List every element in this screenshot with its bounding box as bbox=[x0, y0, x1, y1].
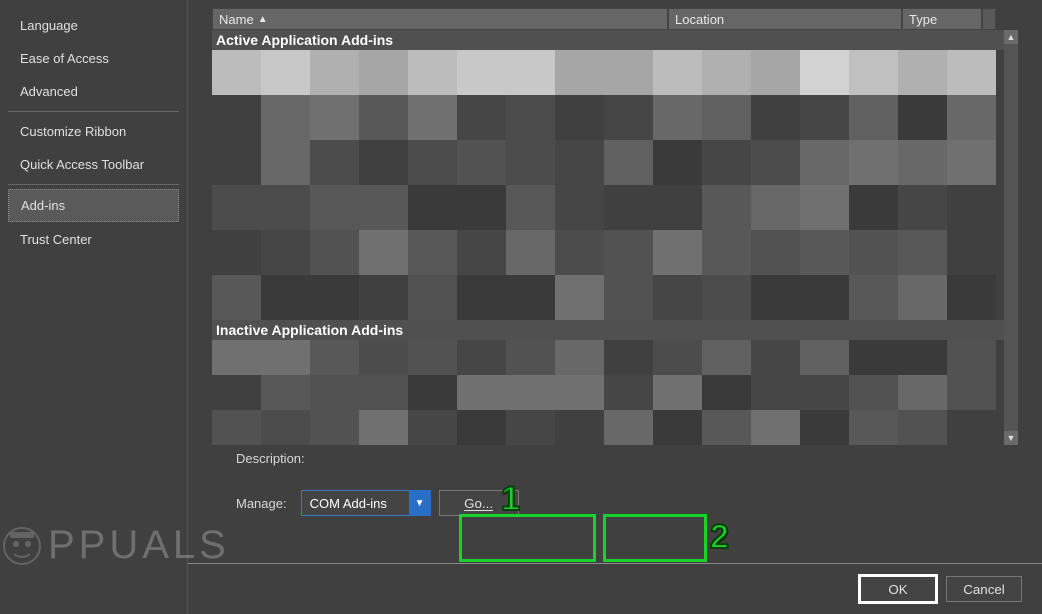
manage-label: Manage: bbox=[236, 496, 287, 511]
description-label: Description: bbox=[236, 451, 305, 466]
section-inactive-addins: Inactive Application Add-ins bbox=[212, 320, 1018, 340]
chevron-down-icon: ▼ bbox=[409, 490, 431, 516]
sidebar-label: Ease of Access bbox=[20, 51, 109, 66]
addins-column-headers: Name ▲ Location Type bbox=[212, 8, 1018, 30]
scroll-down-icon[interactable]: ▼ bbox=[1004, 431, 1018, 445]
description-row: Description: bbox=[212, 451, 1018, 466]
watermark-text: PPUALS bbox=[48, 523, 230, 568]
sidebar-item-advanced[interactable]: Advanced bbox=[8, 76, 179, 107]
column-label: Location bbox=[675, 12, 724, 27]
sidebar-label: Trust Center bbox=[20, 232, 92, 247]
column-label: Type bbox=[909, 12, 937, 27]
go-button-label: Go... bbox=[464, 496, 493, 511]
scroll-header-spacer bbox=[982, 8, 996, 30]
annotation-number-2: 2 bbox=[710, 518, 729, 557]
sidebar-item-customize-ribbon[interactable]: Customize Ribbon bbox=[8, 116, 179, 147]
sidebar-separator bbox=[8, 111, 179, 112]
sidebar-label: Advanced bbox=[20, 84, 78, 99]
sidebar-label: Language bbox=[20, 18, 78, 33]
cancel-button[interactable]: Cancel bbox=[946, 576, 1022, 602]
sidebar-label: Add-ins bbox=[21, 198, 65, 213]
options-sidebar: Language Ease of Access Advanced Customi… bbox=[0, 0, 188, 614]
mascot-icon bbox=[0, 524, 44, 568]
addins-scrollbar[interactable]: ▲ ▼ bbox=[1004, 30, 1018, 445]
annotation-number-1: 1 bbox=[501, 480, 520, 519]
manage-dropdown-value: COM Add-ins bbox=[310, 496, 387, 511]
scroll-up-icon[interactable]: ▲ bbox=[1004, 30, 1018, 44]
sidebar-item-language[interactable]: Language bbox=[8, 10, 179, 41]
sidebar-item-quick-access-toolbar[interactable]: Quick Access Toolbar bbox=[8, 149, 179, 180]
watermark-logo: PPUALS bbox=[0, 523, 230, 568]
inactive-addins-content bbox=[212, 340, 996, 445]
cancel-label: Cancel bbox=[963, 582, 1005, 597]
column-header-name[interactable]: Name ▲ bbox=[212, 8, 668, 30]
manage-dropdown[interactable]: COM Add-ins ▼ bbox=[301, 490, 431, 516]
column-header-location[interactable]: Location bbox=[668, 8, 902, 30]
dialog-button-bar: OK Cancel bbox=[188, 564, 1042, 614]
addins-list[interactable]: Active Application Add-ins Inactive Appl… bbox=[212, 30, 1018, 445]
active-addins-content bbox=[212, 50, 996, 320]
column-label: Name bbox=[219, 12, 254, 27]
sidebar-item-ease-of-access[interactable]: Ease of Access bbox=[8, 43, 179, 74]
sidebar-item-add-ins[interactable]: Add-ins bbox=[8, 189, 179, 222]
ok-button[interactable]: OK bbox=[860, 576, 936, 602]
column-header-type[interactable]: Type bbox=[902, 8, 982, 30]
sidebar-separator bbox=[8, 184, 179, 185]
manage-row: Manage: COM Add-ins ▼ Go... bbox=[212, 474, 1018, 530]
sort-ascending-icon: ▲ bbox=[258, 14, 268, 25]
sidebar-label: Quick Access Toolbar bbox=[20, 157, 144, 172]
main-panel: Name ▲ Location Type Active Application … bbox=[188, 0, 1042, 614]
section-active-addins: Active Application Add-ins bbox=[212, 30, 1018, 50]
sidebar-item-trust-center[interactable]: Trust Center bbox=[8, 224, 179, 255]
ok-label: OK bbox=[888, 582, 907, 597]
sidebar-label: Customize Ribbon bbox=[20, 124, 126, 139]
